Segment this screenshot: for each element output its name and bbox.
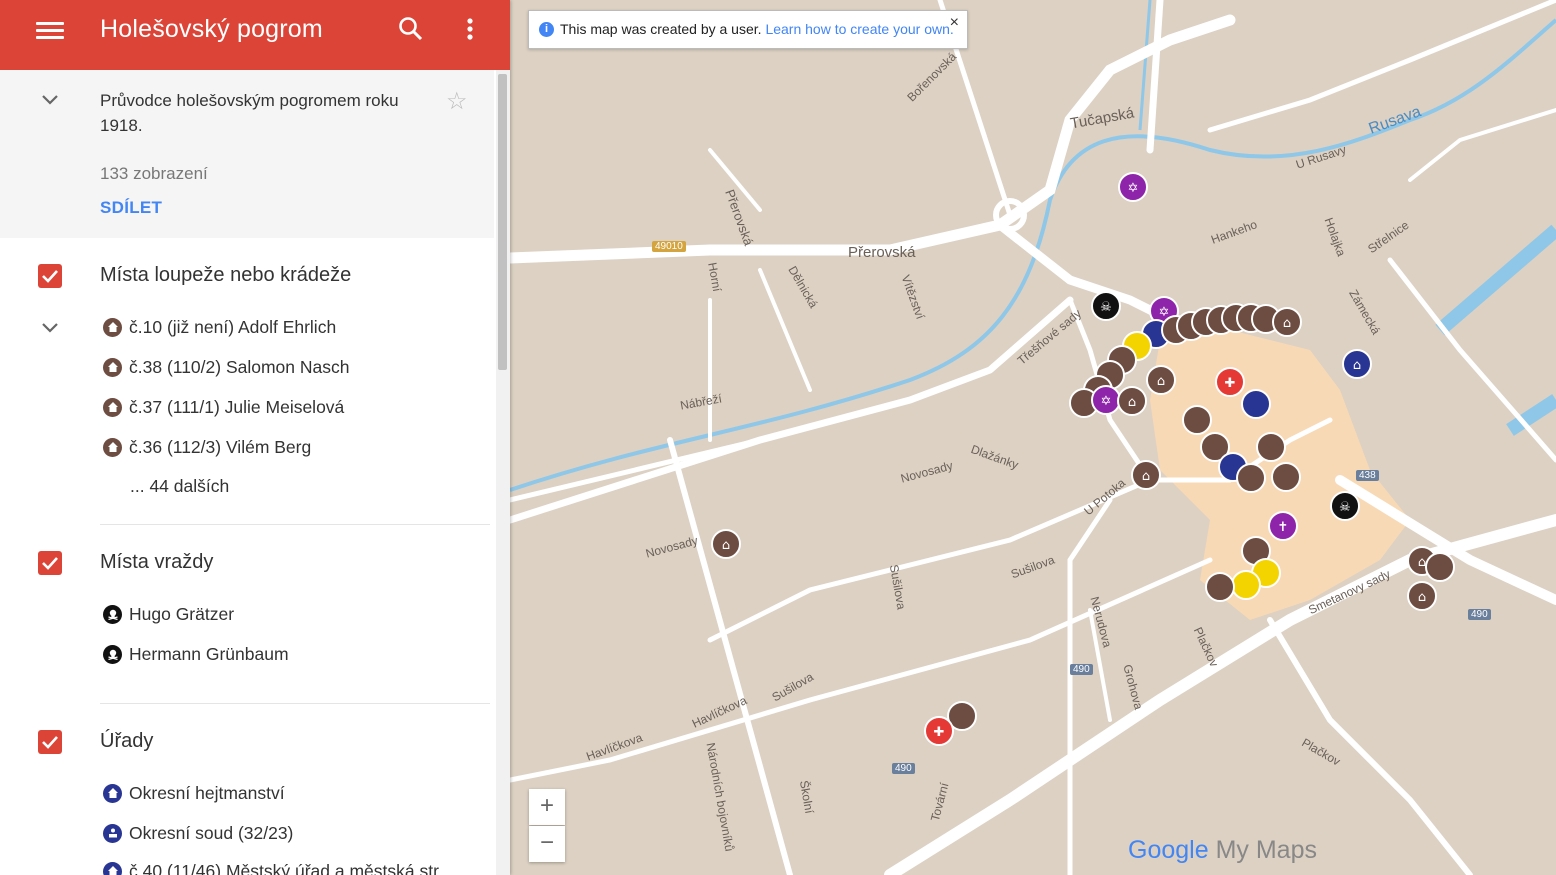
street-label: Přerovská xyxy=(848,244,916,261)
list-item[interactable]: č.38 (110/2) Salomon Nasch xyxy=(103,354,350,380)
layer-title-loupeze: Místa loupeže nebo krádeže xyxy=(100,264,352,286)
house-icon xyxy=(103,397,122,417)
list-item-label: Hugo Grätzer xyxy=(129,603,235,624)
list-item-label: Okresní hejtmanství xyxy=(129,782,285,803)
list-item[interactable]: Okresní soud (32/23) xyxy=(103,820,293,846)
banner-text: This map was created by a user. Learn ho… xyxy=(560,21,954,37)
list-item-label: Okresní soud (32/23) xyxy=(129,822,294,843)
map-roads xyxy=(510,0,1556,875)
road-number: 490 xyxy=(1468,609,1491,620)
building-icon xyxy=(103,783,122,803)
show-more-link[interactable]: ... 44 dalších xyxy=(130,476,229,497)
map-title: Holešovský pogrom xyxy=(100,15,323,43)
list-item-label: č.40 (11/46) Městský úřad a městská str.… xyxy=(129,860,453,875)
road-number: 490 xyxy=(892,763,915,774)
list-item[interactable]: č.37 (111/1) Julie Meiselová xyxy=(103,394,344,420)
header-bar: Holešovský pogrom xyxy=(0,0,510,70)
list-item-label: č.37 (111/1) Julie Meiselová xyxy=(129,396,345,417)
list-item[interactable]: č.40 (11/46) Městský úřad a městská str.… xyxy=(103,858,453,875)
skull-icon xyxy=(103,604,122,624)
star-icon[interactable]: ☆ xyxy=(446,87,468,116)
road-number: 438 xyxy=(1356,470,1379,481)
road-number: 490 xyxy=(1070,664,1093,675)
road-number: 49010 xyxy=(652,241,686,252)
zoom-in-button[interactable]: + xyxy=(529,789,565,825)
list-item[interactable]: č.10 (již není) Adolf Ehrlich xyxy=(103,314,336,340)
list-item-label: Hermann Grünbaum xyxy=(129,643,289,664)
list-item[interactable]: Hugo Grätzer xyxy=(103,601,234,627)
menu-icon[interactable] xyxy=(36,18,64,42)
list-item-label: č.10 (již není) Adolf Ehrlich xyxy=(129,316,337,337)
close-icon[interactable]: × xyxy=(950,14,959,32)
layer-checkbox-loupeze[interactable] xyxy=(38,264,62,288)
layer-title-vrazdy: Místa vraždy xyxy=(100,551,214,573)
search-icon[interactable] xyxy=(396,14,426,44)
learn-more-link[interactable]: Learn how to create your own. xyxy=(765,21,953,37)
skull-icon xyxy=(103,644,122,664)
zoom-out-button[interactable]: − xyxy=(529,826,565,862)
layer-title-urady: Úřady xyxy=(100,730,154,752)
court-icon xyxy=(103,823,122,843)
logo-product: My Maps xyxy=(1215,836,1317,864)
info-banner: i This map was created by a user. Learn … xyxy=(528,10,968,49)
list-item[interactable]: Hermann Grünbaum xyxy=(103,641,289,667)
scroll-thumb[interactable] xyxy=(498,74,507,370)
banner-message: This map was created by a user. xyxy=(560,21,762,37)
more-vert-icon[interactable] xyxy=(458,14,482,44)
chevron-down-icon[interactable] xyxy=(38,316,62,345)
layer-checkbox-vrazdy[interactable] xyxy=(38,551,62,575)
divider xyxy=(100,703,490,704)
house-icon xyxy=(103,357,122,377)
house-icon xyxy=(103,437,122,457)
list-item[interactable]: Okresní hejtmanství xyxy=(103,780,285,806)
building-icon xyxy=(103,861,122,875)
side-panel: Holešovský pogrom Průvodce holešovským p… xyxy=(0,0,510,875)
google-my-maps-logo: Google My Maps xyxy=(1128,836,1317,865)
list-item-label: č.36 (112/3) Vilém Berg xyxy=(129,436,312,457)
map-canvas[interactable]: Tučapská Rusava U Rusavy Bořenovská Přer… xyxy=(510,0,1556,875)
map-description: Průvodce holešovským pogromem roku 1918. xyxy=(100,91,399,135)
view-count: 133 zobrazení xyxy=(100,164,208,183)
list-item-label: č.38 (110/2) Salomon Nasch xyxy=(129,356,350,377)
chevron-down-icon[interactable] xyxy=(38,88,62,117)
logo-google: Google xyxy=(1128,836,1209,864)
share-button[interactable]: SDÍLET xyxy=(100,198,162,218)
divider xyxy=(100,524,490,525)
list-item[interactable]: č.36 (112/3) Vilém Berg xyxy=(103,434,311,460)
layer-checkbox-urady[interactable] xyxy=(38,730,62,754)
info-icon: i xyxy=(539,22,554,37)
panel-scrollbar[interactable] xyxy=(496,70,510,875)
house-icon xyxy=(103,317,122,337)
